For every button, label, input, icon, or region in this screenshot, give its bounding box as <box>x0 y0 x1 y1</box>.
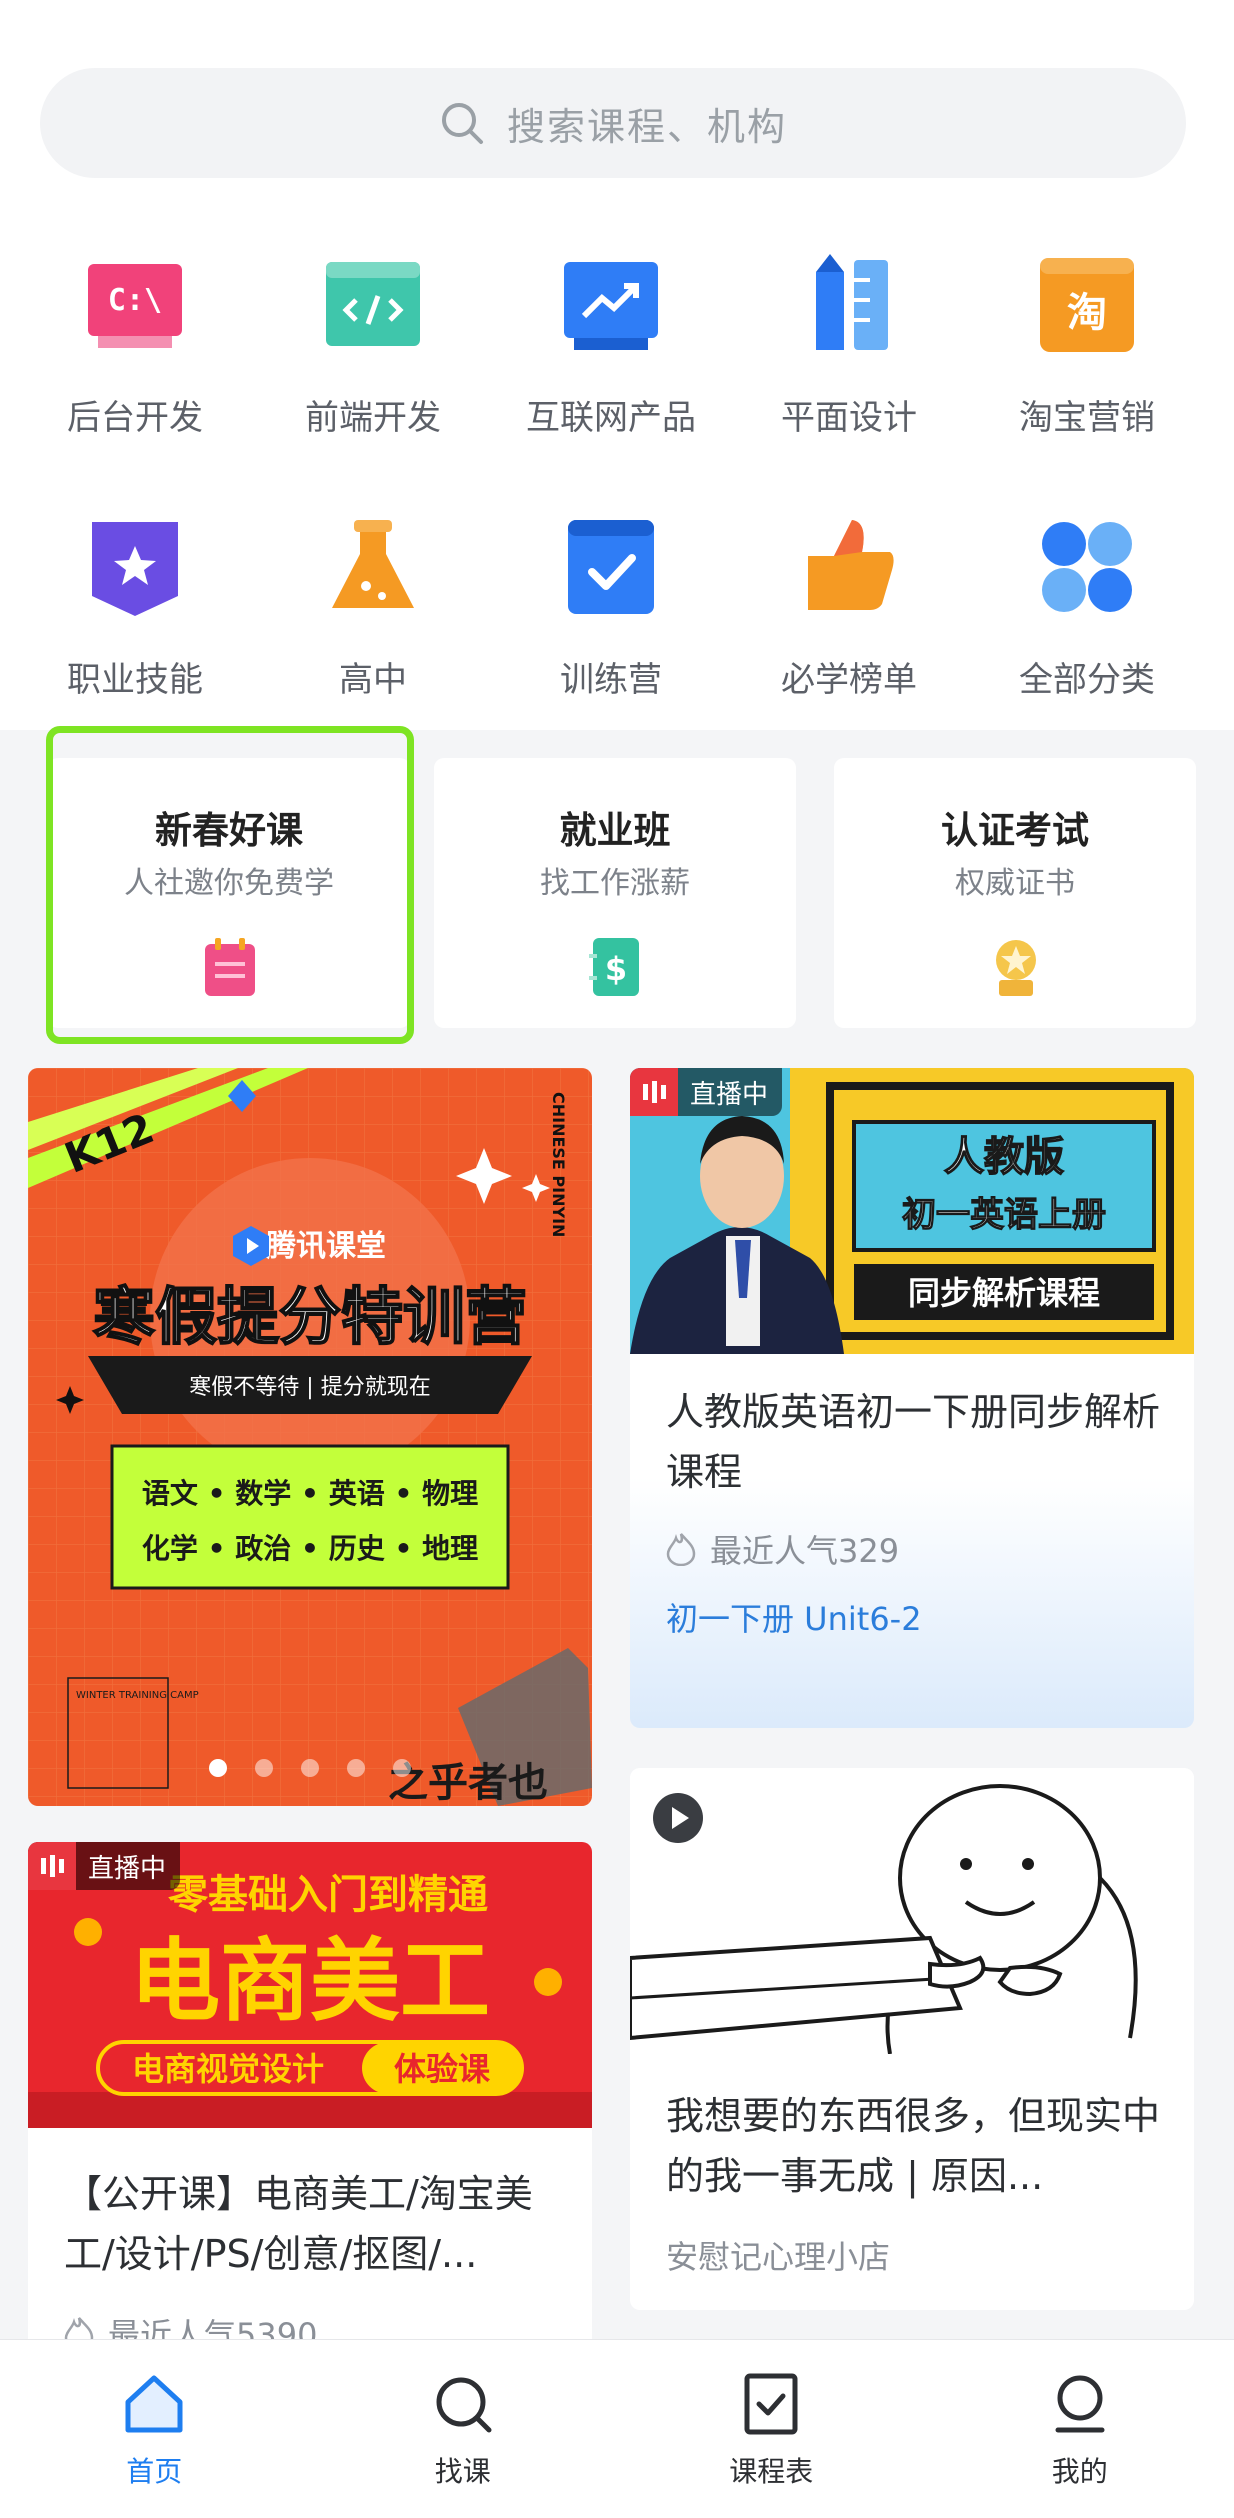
course-title: 【公开课】电商美工/淘宝美工/设计/PS/创意/抠图/... <box>64 2172 533 2276</box>
promo-subtitle: 人社邀你免费学 <box>124 866 334 901</box>
banner-subjects-row2: 化学 • 政治 • 历史 • 地理 <box>142 1532 478 1565</box>
live-badge: 直播中 <box>28 1842 181 1890</box>
bottom-nav: 首页 找课 课程表 我的 <box>0 2340 1234 2518</box>
category-graphic-design[interactable]: 平面设计 <box>730 240 968 502</box>
nav-label: 首页 <box>126 2455 183 2488</box>
search-icon <box>441 103 483 144</box>
category-must-learn[interactable]: 必学榜单 <box>730 502 968 764</box>
flask-icon <box>332 520 414 608</box>
author-meta: 安慰记心理小店 <box>666 2232 890 2278</box>
flame-icon <box>666 1533 696 1566</box>
nav-find-course[interactable]: 找课 <box>363 2340 563 2490</box>
category-bootcamp[interactable]: 训练营 <box>492 502 730 764</box>
banner-side-text: CHINESE PINYIN <box>549 1092 568 1237</box>
promo-certification-exam[interactable]: 认证考试 权威证书 <box>834 758 1196 1028</box>
thumbs-up-icon <box>808 520 894 610</box>
grid-dots-icon <box>1042 522 1132 612</box>
certificate-icon <box>996 940 1036 996</box>
banner-tagline: 寒假不等待 | 提分就现在 <box>189 1375 430 1400</box>
category-internet-product[interactable]: 互联网产品 <box>492 240 730 502</box>
schedule-icon <box>744 2373 798 2435</box>
category-label: 训练营 <box>560 660 662 700</box>
svg-text:淘: 淘 <box>1067 290 1107 336</box>
promo-title: 认证考试 <box>941 809 1089 852</box>
promo-new-year-courses[interactable]: 新春好课 人社邀你免费学 <box>48 758 410 1028</box>
live-label: 直播中 <box>690 1079 769 1110</box>
category-career-skills[interactable]: 职业技能 <box>16 502 254 764</box>
nav-profile[interactable]: 我的 <box>980 2340 1180 2490</box>
video-thumbnail <box>630 1768 1194 2054</box>
video-title: 我想要的东西很多，但现实中的我一事无成 | 原因... <box>666 2094 1161 2198</box>
category-label: 淘宝营销 <box>1019 398 1155 438</box>
nav-label: 我的 <box>1051 2455 1108 2488</box>
category-taobao-marketing[interactable]: 淘 淘宝营销 <box>968 240 1206 502</box>
thumb-right: 体验课 <box>394 2050 491 2088</box>
terminal-icon: C:\ <box>88 264 182 348</box>
course-card-english[interactable]: 人教版 初一英语上册 同步解析课程 直播中 人教版英语初一下册同步解析课程 最近… <box>630 1068 1194 1728</box>
calendar-icon <box>205 938 255 996</box>
promo-title: 新春好课 <box>155 809 303 852</box>
promo-subtitle: 权威证书 <box>955 866 1075 901</box>
course-title: 人教版英语初一下册同步解析课程 <box>666 1390 1161 1494</box>
banner-headline: 寒假提分特训营 <box>93 1280 527 1353</box>
popularity-meta: 最近人气329 <box>666 1526 899 1572</box>
course-card-ecommerce[interactable]: 零基础入门到精通 电商美工 电商视觉设计 体验课 直播中 【公开课】电商美工/淘… <box>28 1842 592 2362</box>
svg-text:$: $ <box>605 950 627 988</box>
promo-banner[interactable]: K12 CHINESE PINYIN 腾讯课堂 寒假提分特训营 寒假不等待 | … <box>28 1068 592 1806</box>
thumb-line2: 初一英语上册 <box>902 1195 1106 1235</box>
nav-schedule[interactable]: 课程表 <box>671 2340 871 2490</box>
category-label: 必学榜单 <box>781 660 917 700</box>
pencil-ruler-icon <box>816 254 888 350</box>
trend-chart-icon <box>564 262 658 350</box>
category-frontend[interactable]: 前端开发 <box>254 240 492 502</box>
taobao-icon: 淘 <box>1040 258 1134 352</box>
promo-subtitle: 找工作涨薪 <box>540 866 690 901</box>
thumb-line3: 同步解析课程 <box>908 1274 1100 1312</box>
svg-text:C:\: C:\ <box>108 283 162 318</box>
category-backend[interactable]: C:\ 后台开发 <box>16 240 254 502</box>
thumb-line1: 零基础入门到精通 <box>168 1872 488 1918</box>
banner-brand: 腾讯课堂 <box>266 1229 386 1264</box>
author-name: 安慰记心理小店 <box>666 2238 891 2276</box>
banner-artwork: K12 CHINESE PINYIN 腾讯课堂 寒假提分特训营 寒假不等待 | … <box>28 1068 592 1806</box>
category-grid: C:\ 后台开发 前端开发 互联网产品 平面设计 淘 淘宝营销 职业技能 高中 … <box>0 240 1234 764</box>
category-label: 前端开发 <box>305 398 441 438</box>
live-label: 直播中 <box>88 1853 167 1884</box>
check-clipboard-icon <box>568 520 654 614</box>
banner-slogan: 之乎者也 <box>388 1760 548 1806</box>
category-label: 互联网产品 <box>526 398 696 438</box>
promo-title: 就业班 <box>559 809 671 852</box>
search-input[interactable]: 搜索课程、机构 <box>40 68 1186 178</box>
chapter-link[interactable]: 初一下册 Unit6-2 <box>666 1594 922 1640</box>
popularity-text: 最近人气329 <box>710 1532 900 1570</box>
thumb-left: 电商视觉设计 <box>132 2050 324 2088</box>
category-label: 后台开发 <box>67 398 203 438</box>
category-all[interactable]: 全部分类 <box>968 502 1206 764</box>
category-label: 职业技能 <box>67 660 203 700</box>
nav-label: 找课 <box>434 2455 491 2488</box>
play-icon <box>653 1793 703 1843</box>
code-window-icon <box>326 262 420 346</box>
promo-row: 新春好课 人社邀你免费学 就业班 找工作涨薪 $ 认证考试 权威证书 <box>0 758 1234 1028</box>
category-label: 全部分类 <box>1019 660 1155 700</box>
promo-employment-class[interactable]: 就业班 找工作涨薪 $ <box>434 758 796 1028</box>
category-label: 平面设计 <box>781 398 917 438</box>
thumb-line2: 电商美工 <box>130 1929 490 2034</box>
category-high-school[interactable]: 高中 <box>254 502 492 764</box>
top-area: 搜索课程、机构 C:\ 后台开发 前端开发 互联网产品 平面设计 淘 淘宝营销 … <box>0 0 1234 730</box>
star-badge-icon <box>92 522 178 616</box>
thumb-line1: 人教版 <box>944 1134 1064 1180</box>
nav-home[interactable]: 首页 <box>54 2340 254 2490</box>
banner-camp: WINTER TRAINING CAMP <box>76 1690 199 1701</box>
profile-icon <box>1055 2375 1105 2433</box>
category-label: 高中 <box>339 660 407 700</box>
live-badge: 直播中 <box>630 1068 783 1116</box>
banner-subjects-row1: 语文 • 数学 • 英语 • 物理 <box>142 1477 478 1510</box>
home-icon <box>125 2375 183 2433</box>
search-placeholder: 搜索课程、机构 <box>506 104 787 149</box>
video-card-psychology[interactable]: 我想要的东西很多，但现实中的我一事无成 | 原因... 安慰记心理小店 <box>630 1768 1194 2310</box>
dollar-doc-icon: $ <box>589 938 639 996</box>
search-icon <box>436 2377 492 2433</box>
nav-label: 课程表 <box>729 2455 814 2488</box>
